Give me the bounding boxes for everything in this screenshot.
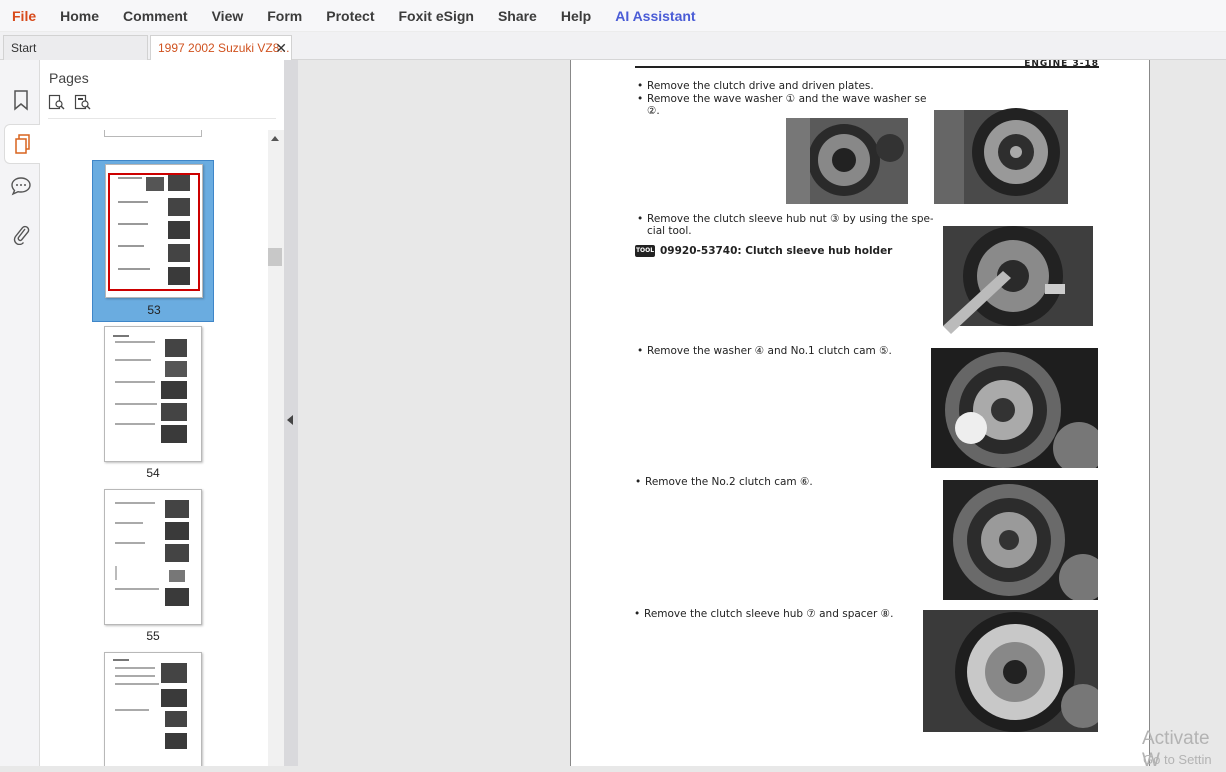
- scrollbar-thumb[interactable]: [268, 248, 282, 266]
- bookmark-icon[interactable]: [6, 80, 36, 120]
- page-number-label: 54: [146, 466, 160, 480]
- panel-divider: [48, 118, 276, 119]
- document-page: ENGINE 3-18 Remove the clutch drive and …: [570, 60, 1150, 766]
- page-number-label: 55: [146, 629, 160, 643]
- page-thumbnail-list[interactable]: 53 54 55: [40, 130, 268, 766]
- step-text: ②.: [647, 105, 660, 117]
- page-zoom-out-icon[interactable]: [74, 94, 92, 115]
- clutch-cam-2-photo: [943, 480, 1098, 600]
- pages-panel: Pages 53 54 55: [40, 60, 284, 766]
- page-thumbnail-56[interactable]: [92, 652, 214, 766]
- attachment-icon[interactable]: [6, 214, 36, 254]
- page-number-label: 53: [147, 303, 161, 317]
- thumbnail-image: [105, 164, 203, 298]
- menu-ai-assistant[interactable]: AI Assistant: [603, 0, 707, 32]
- collapse-panel-icon[interactable]: [287, 415, 293, 425]
- step-text: cial tool.: [647, 225, 692, 237]
- thumbnail-image: [104, 652, 202, 766]
- page-thumbnail-54[interactable]: 54: [92, 326, 214, 486]
- tab-document-label: 1997 2002 Suzuki VZ8...: [158, 41, 290, 55]
- navigation-rail: [0, 60, 40, 766]
- engine-photo: [926, 80, 1074, 204]
- page-thumbnail-55[interactable]: 55: [92, 489, 214, 649]
- tab-start[interactable]: Start: [3, 35, 148, 60]
- special-tool-line: TOOL 09920-53740: Clutch sleeve hub holde…: [635, 245, 892, 257]
- menu-foxit-esign[interactable]: Foxit eSign: [386, 0, 485, 32]
- pages-panel-toolbar: [48, 94, 92, 115]
- thumbnail-image: [104, 326, 202, 462]
- step-text: Remove the wave washer ① and the wave wa…: [637, 93, 937, 105]
- special-tool-text: 09920-53740: Clutch sleeve hub holder: [660, 245, 893, 257]
- document-tab-bar: Start 1997 2002 Suzuki VZ8... ✕: [0, 32, 1226, 61]
- thumbnail-image: [104, 489, 202, 625]
- pages-icon[interactable]: [4, 124, 40, 164]
- step-text: Remove the clutch drive and driven plate…: [637, 80, 874, 92]
- panel-splitter[interactable]: [284, 60, 298, 766]
- menu-protect[interactable]: Protect: [314, 0, 386, 32]
- tab-start-label: Start: [11, 41, 37, 55]
- tab-document[interactable]: 1997 2002 Suzuki VZ8... ✕: [150, 35, 292, 61]
- clutch-holder-photo: [933, 216, 1095, 336]
- step-text: Remove the clutch sleeve hub nut ③ by us…: [637, 213, 934, 225]
- menu-view[interactable]: View: [200, 0, 256, 32]
- tool-badge-icon: TOOL: [635, 245, 655, 257]
- pages-panel-title: Pages: [49, 70, 89, 86]
- activation-watermark-subtext: Go to Settin: [1143, 752, 1212, 767]
- step-text: Remove the No.2 clutch cam ⑥.: [635, 476, 813, 488]
- step-text: Remove the clutch sleeve hub ⑦ and space…: [634, 608, 893, 620]
- menu-form[interactable]: Form: [255, 0, 314, 32]
- scroll-up-icon[interactable]: [271, 136, 279, 141]
- menu-help[interactable]: Help: [549, 0, 603, 32]
- menu-comment[interactable]: Comment: [111, 0, 200, 32]
- sleeve-hub-photo: [923, 610, 1098, 732]
- document-view[interactable]: ENGINE 3-18 Remove the clutch drive and …: [298, 60, 1226, 766]
- clutch-photo: [786, 118, 908, 204]
- page-thumbnail-53[interactable]: 53: [92, 160, 214, 322]
- menu-bar: File Home Comment View Form Protect Foxi…: [0, 0, 1226, 32]
- page-zoom-in-icon[interactable]: [48, 94, 66, 115]
- menu-home[interactable]: Home: [48, 0, 111, 32]
- page-thumbnail-partial[interactable]: [104, 130, 202, 137]
- comment-icon[interactable]: [6, 166, 36, 206]
- page-header: ENGINE 3-18: [1024, 60, 1099, 69]
- pages-panel-scrollbar[interactable]: [268, 130, 284, 766]
- close-tab-icon[interactable]: ✕: [275, 36, 287, 60]
- step-text: Remove the washer ④ and No.1 clutch cam …: [637, 345, 892, 357]
- menu-file[interactable]: File: [0, 0, 48, 32]
- clutch-cam-photo: [931, 348, 1098, 468]
- menu-share[interactable]: Share: [486, 0, 549, 32]
